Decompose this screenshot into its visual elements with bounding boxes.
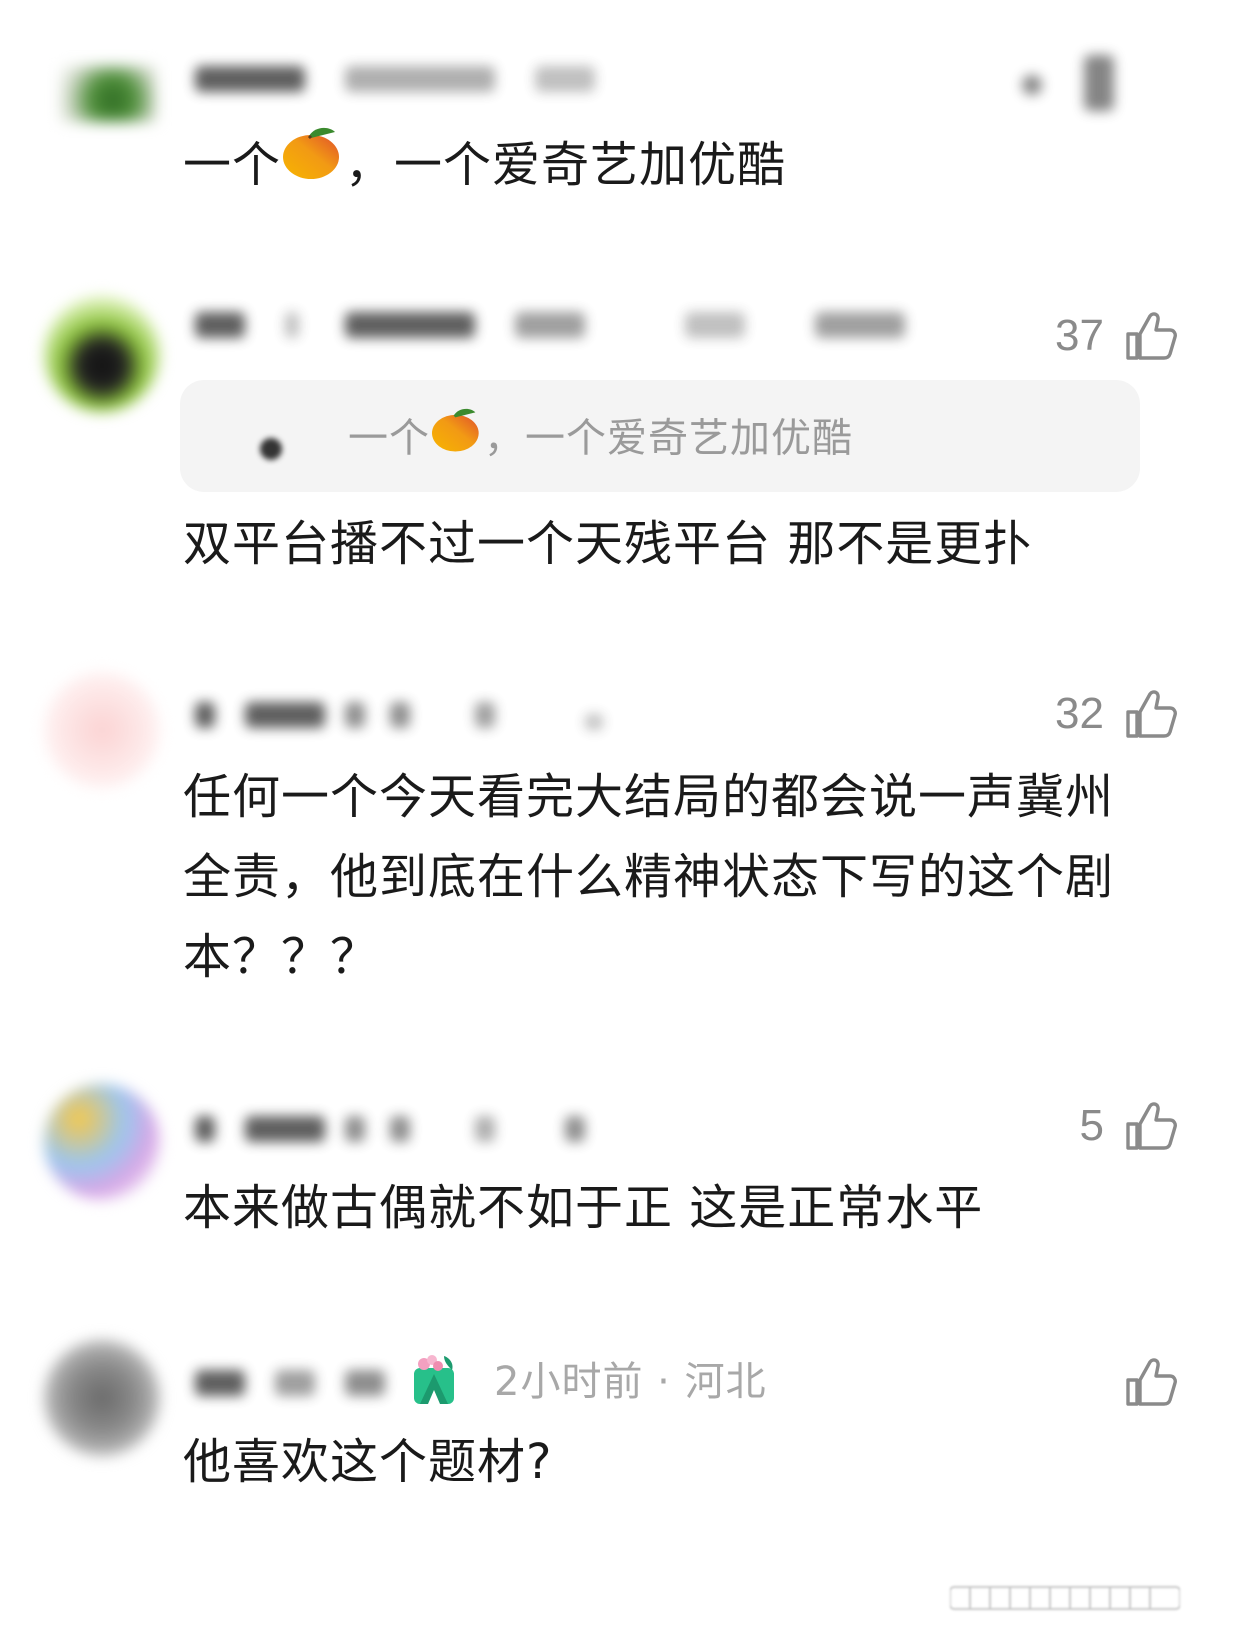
like-button[interactable]: 5 — [1080, 1096, 1178, 1156]
quote-text-before: 一个 — [348, 415, 430, 462]
comment-meta: 5 — [0, 1096, 1240, 1156]
quote-author-blur — [260, 438, 282, 460]
comment-text-after: ，一个爱奇艺加优酷 — [345, 137, 787, 193]
like-count: 37 — [1055, 311, 1104, 360]
comment-meta: 37 — [0, 306, 1240, 366]
thumbs-up-icon — [1126, 1102, 1177, 1150]
comment-text: 双平台播不过一个天残平台 那不是更扑 — [183, 516, 1033, 572]
comment-text: 一个 ，一个爱奇艺加优酷 — [183, 125, 1130, 210]
mango-emoji — [430, 404, 484, 469]
username[interactable] — [195, 58, 615, 100]
more-blur[interactable] — [1022, 55, 1132, 111]
plant-badge-icon — [410, 1354, 460, 1406]
watermark-blur — [949, 1577, 1181, 1617]
quoted-reply[interactable]: 一个 ，一个爱奇艺加优酷 — [180, 380, 1140, 492]
comment-text: 任何一个今天看完大结局的都会说一声冀州全责，他到底在什么精神状态下写的这个剧本？… — [183, 769, 1115, 985]
comment-meta: 32 — [0, 684, 1240, 744]
comment-text-before: 一个 — [183, 137, 282, 193]
quote-text: 一个 ，一个爱奇艺加优酷 — [348, 408, 853, 473]
like-count: 5 — [1079, 1101, 1104, 1150]
comment-text: 他喜欢这个题材? — [183, 1434, 553, 1490]
time-location: 2小时前 · 河北 — [494, 1359, 767, 1405]
mango-emoji — [281, 122, 345, 206]
thumbs-up-icon — [1126, 312, 1177, 360]
like-count: 32 — [1055, 689, 1104, 738]
like-button[interactable]: 32 — [1055, 684, 1178, 744]
comment-text: 本来做古偶就不如于正 这是正常水平 — [183, 1180, 984, 1236]
quote-text-after: ，一个爱奇艺加优酷 — [484, 415, 853, 462]
thumbs-up-icon — [1126, 1358, 1177, 1406]
avatar[interactable] — [60, 66, 156, 122]
like-button[interactable]: 37 — [1055, 306, 1178, 366]
comment-meta: 2小时前 · 河北 — [0, 1352, 1240, 1412]
like-button[interactable] — [1122, 1352, 1178, 1412]
thumbs-up-icon — [1126, 690, 1177, 738]
